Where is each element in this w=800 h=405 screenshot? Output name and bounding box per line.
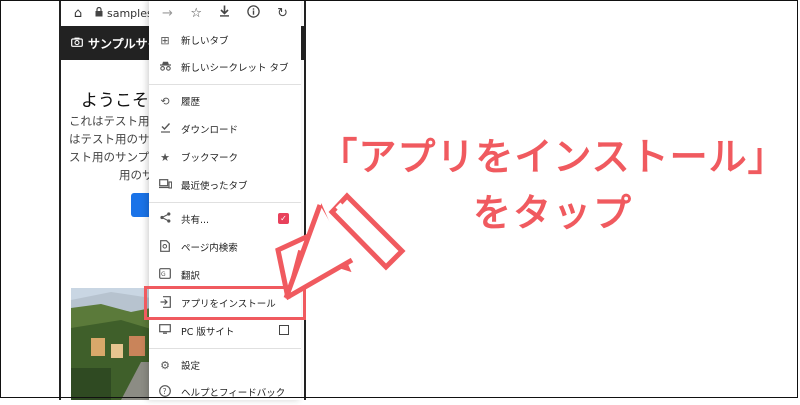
callout-line-1: 「アプリをインストール」 <box>319 135 787 179</box>
callout-line-2: をタップ <box>472 191 633 235</box>
